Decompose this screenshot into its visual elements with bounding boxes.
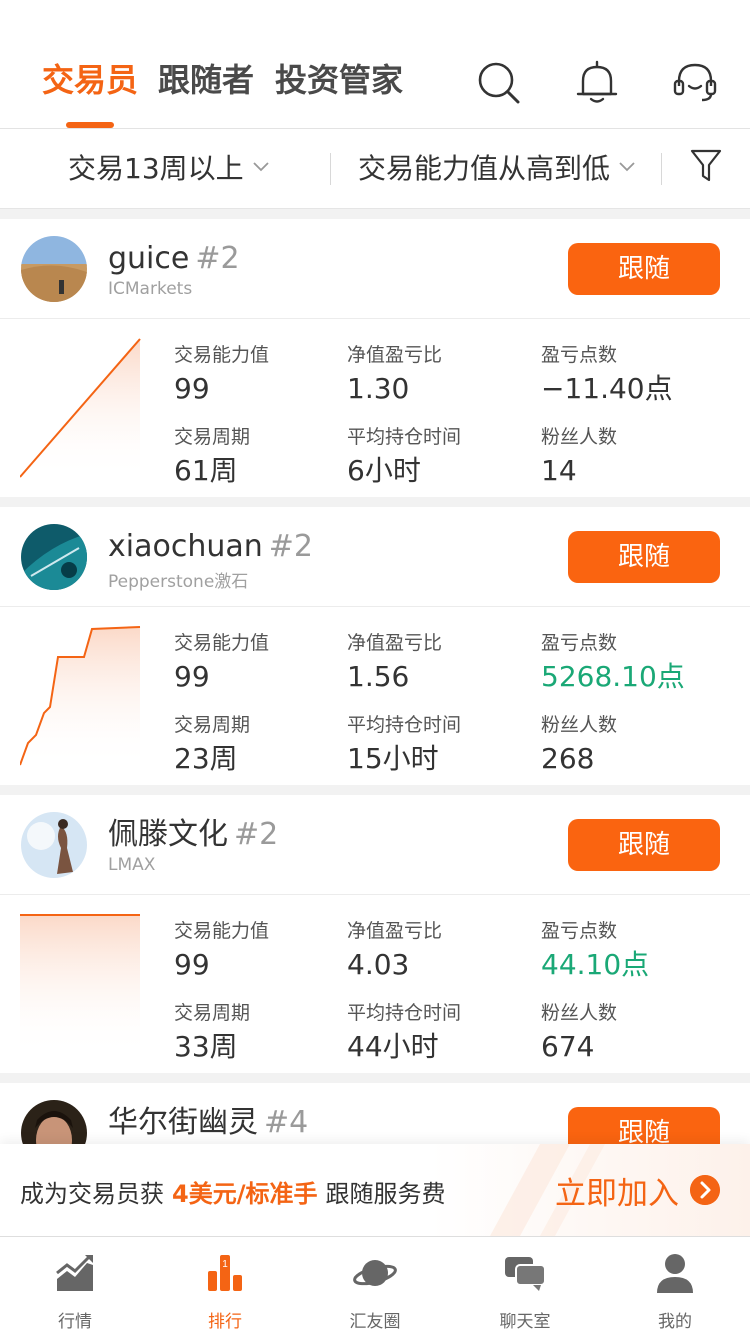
trader-card[interactable]: 佩滕文化 #2 LMAX 跟随 交易能力值 99 净值盈亏比 4.03 盈亏点数 44.… (0, 795, 750, 1073)
user-icon (657, 1254, 693, 1293)
period-filter-label: 交易13周以上 (68, 152, 244, 185)
nav-chatroom[interactable]: 聊天室 (450, 1237, 600, 1334)
trader-card[interactable]: guice #2 ICMarkets 跟随 交易能力值 99 净值盈亏比 1.30 盈… (0, 219, 750, 497)
chart-icon (56, 1255, 93, 1291)
headset-icon[interactable] (672, 60, 718, 106)
filter-bar: 交易13周以上 交易能力值从高到低 (0, 129, 750, 209)
broker-name: ICMarkets (108, 279, 193, 299)
trader-name: xiaochuan #2 (108, 529, 313, 564)
stat-ratio: 净值盈亏比 4.03 (347, 920, 443, 981)
equity-sparkline (20, 338, 141, 479)
trader-card[interactable]: 华尔街幽灵 #4 跟随 (0, 1083, 750, 1144)
divider (661, 153, 662, 185)
nav-profile[interactable]: 我的 (600, 1237, 750, 1334)
chevron-down-icon (619, 162, 635, 172)
sort-filter-label: 交易能力值从高到低 (358, 152, 611, 185)
nav-community[interactable]: 汇友圈 (300, 1237, 450, 1334)
active-tab-indicator (66, 122, 114, 128)
promo-highlight: 4美元/标准手 (172, 1180, 318, 1208)
trader-rank: #2 (195, 241, 240, 276)
stat-ability: 交易能力值 99 (174, 632, 270, 693)
trader-name: 佩滕文化 #2 (108, 817, 279, 852)
stat-ability: 交易能力值 99 (174, 920, 270, 981)
nav-market[interactable]: 行情 (0, 1237, 150, 1334)
section-gap (0, 209, 750, 219)
broker-name: LMAX (108, 855, 156, 875)
ranking-icon: 1 (208, 1255, 242, 1291)
stat-period: 交易周期 61周 (174, 426, 251, 487)
trader-rank: #2 (268, 529, 313, 564)
broker-name: Pepperstone激石 (108, 572, 249, 592)
trader-name: 华尔街幽灵 #4 (108, 1105, 309, 1140)
planet-icon (353, 1260, 397, 1286)
follow-button[interactable]: 跟随 (568, 531, 720, 583)
trader-name: guice #2 (108, 241, 240, 276)
trader-rank: #4 (264, 1105, 309, 1140)
promo-text: 成为交易员获 4美元/标准手 跟随服务费 (20, 1180, 446, 1208)
stat-period: 交易周期 23周 (174, 714, 251, 775)
trader-card[interactable]: xiaochuan #2 Pepperstone激石 跟随 交易能力值 99 净值盈… (0, 507, 750, 785)
stat-fans: 粉丝人数 268 (541, 714, 618, 775)
top-tab-bar: 交易员 跟随者 投资管家 (0, 0, 750, 129)
become-trader-banner[interactable]: 成为交易员获 4美元/标准手 跟随服务费 立即加入 (0, 1144, 750, 1236)
stat-points: 盈亏点数 5268.10点 (541, 632, 685, 693)
avatar[interactable] (21, 812, 87, 878)
avatar[interactable] (21, 1100, 87, 1144)
arrow-right-icon[interactable] (690, 1175, 720, 1205)
stat-points: 盈亏点数 44.10点 (541, 920, 650, 981)
svg-text:1: 1 (222, 1259, 228, 1270)
search-icon[interactable] (476, 60, 522, 106)
equity-sparkline (20, 626, 141, 767)
stat-hold-time: 平均持仓时间 6小时 (347, 426, 462, 487)
trader-rank: #2 (234, 817, 279, 852)
avatar[interactable] (21, 236, 87, 302)
stat-ability: 交易能力值 99 (174, 344, 270, 405)
stat-period: 交易周期 33周 (174, 1002, 251, 1063)
stat-points: 盈亏点数 −11.40点 (541, 344, 673, 405)
tab-followers[interactable]: 跟随者 (158, 60, 254, 100)
stat-ratio: 净值盈亏比 1.30 (347, 344, 443, 405)
stat-fans: 粉丝人数 14 (541, 426, 618, 487)
avatar[interactable] (21, 524, 87, 590)
equity-sparkline (20, 914, 140, 1055)
divider (330, 153, 331, 185)
tab-investment-manager[interactable]: 投资管家 (275, 60, 403, 100)
section-gap (0, 785, 750, 795)
follow-button[interactable]: 跟随 (568, 819, 720, 871)
stat-hold-time: 平均持仓时间 15小时 (347, 714, 462, 775)
follow-button[interactable]: 跟随 (568, 243, 720, 295)
tab-traders[interactable]: 交易员 (42, 60, 138, 100)
chat-icon (505, 1257, 546, 1291)
stat-hold-time: 平均持仓时间 44小时 (347, 1002, 462, 1063)
chevron-down-icon (253, 162, 269, 172)
stat-ratio: 净值盈亏比 1.56 (347, 632, 443, 693)
stat-fans: 粉丝人数 674 (541, 1002, 618, 1063)
sort-filter[interactable]: 交易能力值从高到低 (358, 129, 636, 209)
period-filter[interactable]: 交易13周以上 (68, 129, 270, 209)
section-gap (0, 497, 750, 507)
bell-icon[interactable] (574, 60, 620, 106)
join-now-link[interactable]: 立即加入 (555, 1168, 679, 1213)
funnel-icon[interactable] (690, 148, 722, 184)
follow-button[interactable]: 跟随 (568, 1107, 720, 1144)
section-gap (0, 1073, 750, 1083)
bottom-nav: 行情 1 排行 汇友圈 聊天室 我的 (0, 1236, 750, 1334)
nav-ranking[interactable]: 1 排行 (150, 1237, 300, 1334)
